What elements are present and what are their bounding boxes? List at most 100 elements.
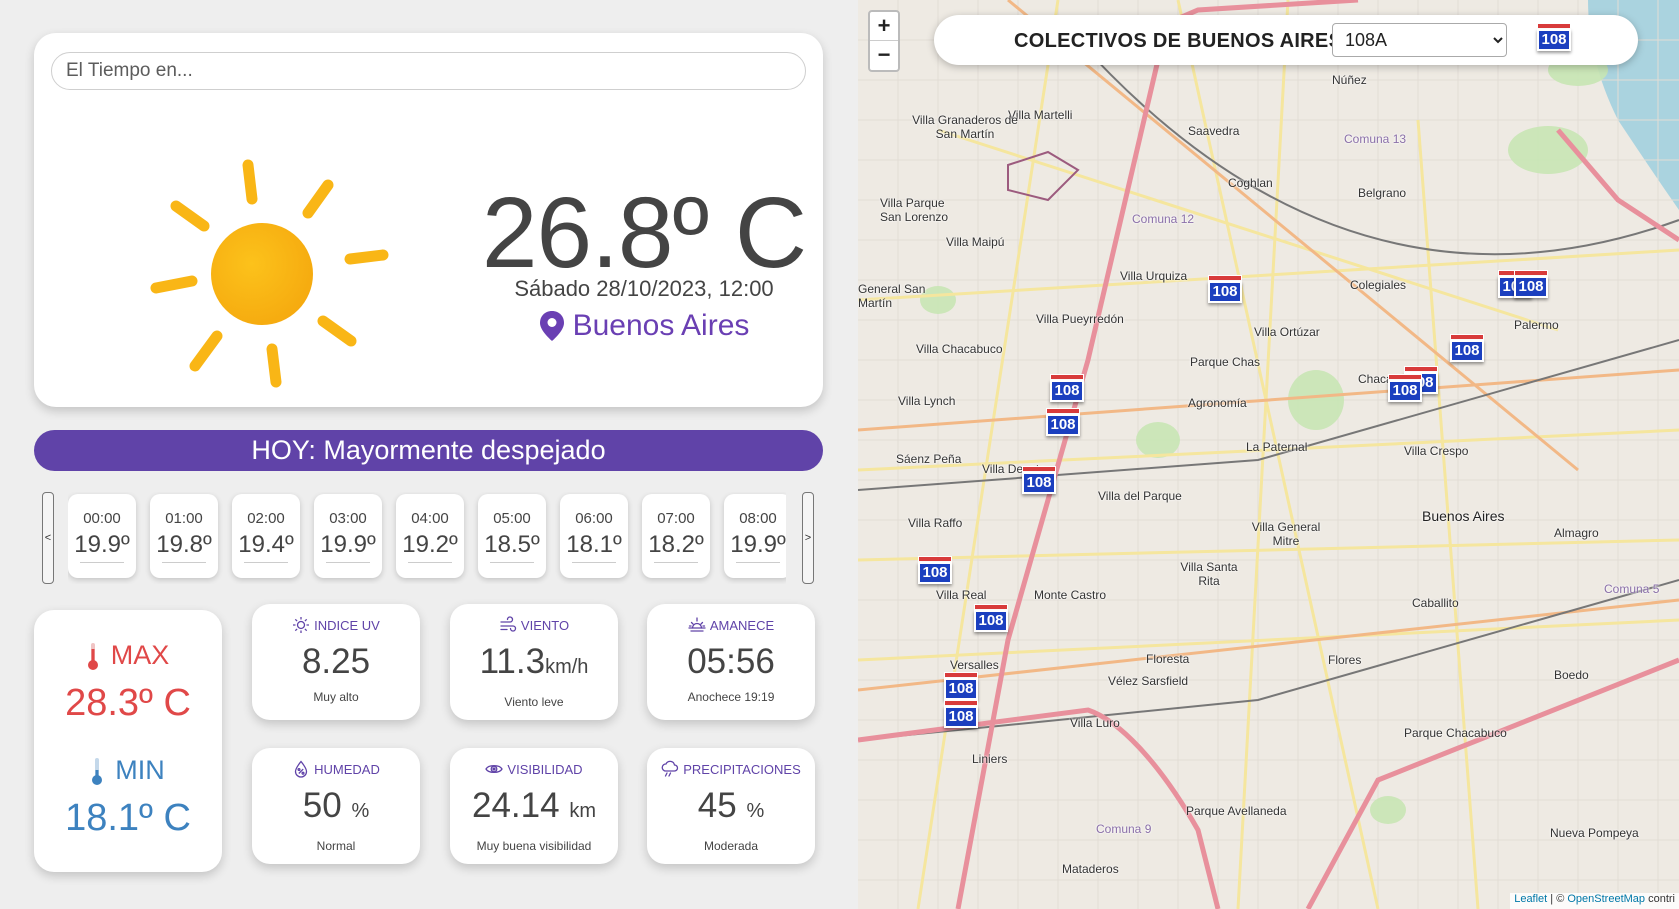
thermometer-cold-icon (92, 757, 103, 785)
bus-marker[interactable]: 108 (1046, 408, 1080, 438)
place-label: Villa Chacabuco (916, 342, 1003, 356)
uv-value: 8.25 (252, 642, 420, 682)
search-input[interactable] (51, 52, 806, 90)
route-select[interactable]: 108A (1332, 23, 1507, 57)
place-label: Villa Crespo (1404, 444, 1469, 458)
visibility-card: VISIBILIDAD 24.14 km Muy buena visibilid… (450, 748, 618, 864)
place-label: Villa Real (936, 588, 987, 602)
humidity-description: Normal (316, 839, 356, 853)
precipitation-label: PRECIPITACIONES (683, 761, 801, 777)
hour-temp: 19.9º (730, 531, 786, 558)
divider (80, 562, 124, 563)
hour-card: 06:00 18.1º (560, 494, 628, 578)
divider (162, 562, 206, 563)
bus-marker[interactable]: 108 (918, 556, 952, 586)
place-label: Belgrano (1358, 186, 1407, 200)
divider (490, 562, 534, 563)
place-label: Palermo (1514, 318, 1559, 332)
place-label: Villa Luro (1070, 716, 1120, 730)
visibility-description: Muy buena visibilidad (476, 839, 592, 853)
hour-time: 02:00 (247, 510, 285, 527)
hourly-forecast: < 00:00 19.9º 01:00 19.8º 02:00 19.4º 03… (42, 492, 817, 584)
osm-link[interactable]: OpenStreetMap (1567, 893, 1645, 905)
humidity-icon (294, 760, 308, 778)
bus-marker[interactable]: 108 (1388, 374, 1422, 404)
place-label: Floresta (1146, 652, 1190, 666)
hour-card: 00:00 19.9º (68, 494, 136, 578)
hour-temp: 19.8º (156, 531, 212, 558)
sunrise-label: AMANECE (709, 617, 775, 633)
sunrise-time: 05:56 (687, 642, 775, 681)
hour-card: 02:00 19.4º (232, 494, 300, 578)
zoom-out-button[interactable]: − (870, 41, 898, 70)
bus-marker[interactable]: 108 (1514, 270, 1548, 300)
bus-marker[interactable]: 108 (974, 604, 1008, 634)
hourly-prev-button[interactable]: < (42, 492, 54, 584)
divider (326, 562, 370, 563)
uv-description: Muy alto (313, 690, 359, 704)
sun-icon (150, 159, 389, 388)
humidity-unit: % (351, 800, 370, 822)
visibility-label: VISIBILIDAD (507, 761, 583, 777)
wind-label: VIENTO (520, 617, 570, 633)
bus-marker[interactable]: 108 (1050, 374, 1084, 404)
city-name: Buenos Aires (572, 309, 750, 342)
bus-marker-label: 108 (1388, 380, 1422, 402)
visibility-value: 24.14 km (450, 786, 618, 831)
divider (572, 562, 616, 563)
place-label: Nueva Pompeya (1550, 826, 1639, 840)
hourly-track[interactable]: 00:00 19.9º 01:00 19.8º 02:00 19.4º 03:0… (68, 492, 786, 584)
bus-marker[interactable]: 108 (944, 700, 978, 730)
place-label: Villa Maipú (946, 235, 1005, 249)
hour-temp: 19.9º (320, 531, 376, 558)
visibility-unit: km (569, 800, 596, 822)
sunset-description: Anochece 19:19 (687, 690, 775, 704)
wind-description: Viento leve (504, 695, 564, 709)
bus-marker[interactable]: 108 (1022, 466, 1056, 496)
bus-marker-label: 108 (1514, 276, 1548, 298)
rain-cloud-icon (661, 760, 679, 777)
bus-map[interactable]: Villa Martelli Villa Granaderos de San M… (858, 0, 1679, 909)
place-label: Caballito (1412, 596, 1459, 610)
precipitation-number: 45 (697, 786, 737, 825)
bus-marker-label: 108 (944, 706, 978, 728)
hour-time: 00:00 (83, 510, 121, 527)
divider (408, 562, 452, 563)
humidity-number: 50 (302, 786, 342, 825)
uv-label-row: INDICE UV (252, 616, 420, 634)
wind-unit: km/h (545, 656, 589, 678)
place-label: Villa del Parque (1098, 489, 1182, 503)
bus-marker-label: 108 (944, 678, 978, 700)
hour-card: 01:00 19.8º (150, 494, 218, 578)
place-label: Villa General Mitre (1251, 520, 1321, 548)
bus-marker-label: 108 (1450, 340, 1484, 362)
thermometer-hot-icon (87, 642, 98, 670)
leaflet-link[interactable]: Leaflet (1514, 893, 1547, 905)
place-label: Almagro (1554, 526, 1599, 540)
wind-card: VIENTO 11.3km/h Viento leve (450, 604, 618, 720)
current-city: Buenos Aires (454, 309, 834, 343)
precipitation-label-row: PRECIPITACIONES (647, 760, 815, 778)
bus-marker[interactable]: 108 (1450, 334, 1484, 364)
sunrise-icon (688, 617, 706, 632)
wind-value: 11.3km/h (450, 642, 618, 687)
zoom-in-button[interactable]: + (870, 12, 898, 41)
place-label: Villa Lynch (898, 394, 956, 408)
bus-marker-label: 108 (1050, 380, 1084, 402)
hour-card: 07:00 18.2º (642, 494, 710, 578)
place-label: La Paternal (1246, 440, 1308, 454)
bus-marker[interactable]: 108 (1208, 275, 1242, 305)
hour-card: 08:00 19.9º (724, 494, 786, 578)
humidity-label-row: HUMEDAD (252, 760, 420, 778)
hourly-next-button[interactable]: > (802, 492, 814, 584)
place-label: Villa Granaderos de San Martín (912, 113, 1018, 141)
wind-label-row: VIENTO (450, 616, 618, 634)
hour-card: 04:00 19.2º (396, 494, 464, 578)
place-label: Agronomía (1188, 396, 1247, 410)
place-label: Colegiales (1350, 278, 1407, 292)
precipitation-description: Moderada (703, 839, 759, 853)
visibility-number: 24.14 (472, 786, 560, 825)
place-label: Núñez (1332, 73, 1367, 87)
bus-marker[interactable]: 108 (944, 672, 978, 702)
bus-marker-label: 108 (1022, 472, 1056, 494)
